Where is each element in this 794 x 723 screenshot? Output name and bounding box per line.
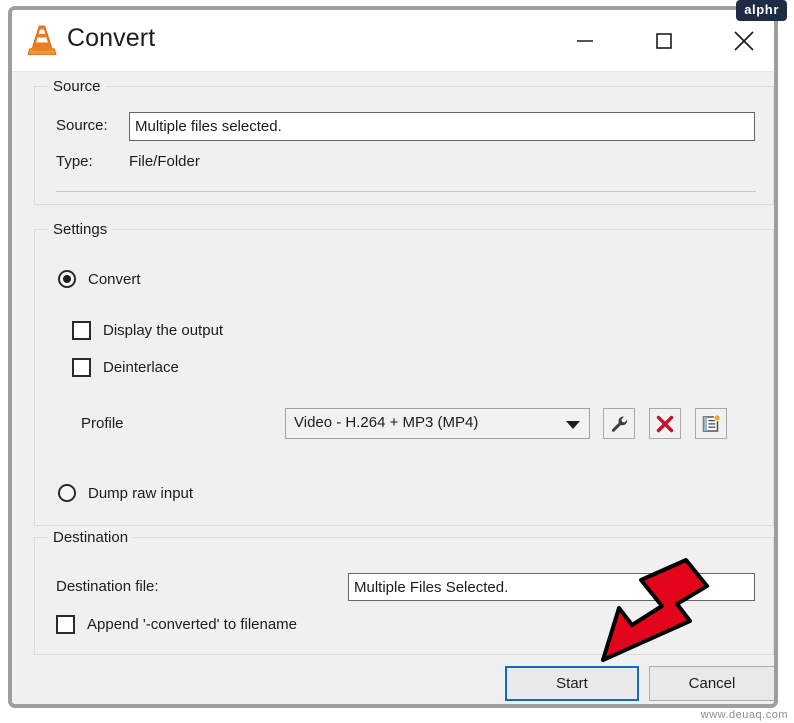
red-x-icon — [656, 415, 674, 432]
window-title: Convert — [67, 24, 156, 52]
convert-dialog-window: Convert Source Source: Multiple files se… — [8, 6, 778, 708]
append-converted-checkbox[interactable] — [56, 615, 75, 634]
chevron-down-icon — [566, 421, 580, 429]
source-label: Source: — [56, 117, 108, 134]
profile-dropdown-value: Video - H.264 + MP3 (MP4) — [294, 414, 479, 431]
profile-dropdown[interactable]: Video - H.264 + MP3 (MP4) — [285, 408, 590, 439]
display-output-checkbox-row[interactable]: Display the output — [72, 321, 223, 340]
append-converted-checkbox-row[interactable]: Append '-converted' to filename — [56, 615, 297, 634]
vlc-cone-icon — [25, 22, 59, 58]
dump-raw-input-label: Dump raw input — [88, 484, 194, 502]
alphr-watermark: alphr — [736, 0, 787, 21]
display-output-label: Display the output — [103, 322, 224, 339]
minimize-icon — [577, 39, 593, 42]
minimize-button[interactable] — [553, 10, 617, 71]
deinterlace-label: Deinterlace — [103, 359, 179, 376]
display-output-checkbox[interactable] — [72, 321, 91, 340]
deinterlace-checkbox[interactable] — [72, 358, 91, 377]
destination-group-title: Destination — [48, 529, 134, 546]
deuaq-watermark: www.deuaq.com — [700, 709, 788, 721]
source-group: Source Source: Type: File/Folder — [34, 78, 774, 205]
type-value: File/Folder — [129, 153, 200, 170]
source-separator — [56, 191, 756, 192]
start-button[interactable]: Start — [505, 666, 639, 701]
convert-radio-button[interactable] — [58, 270, 76, 288]
source-input[interactable] — [129, 112, 755, 141]
profile-label: Profile — [81, 415, 124, 432]
maximize-icon — [656, 32, 672, 49]
source-group-title: Source — [48, 78, 106, 95]
wrench-icon — [611, 416, 628, 432]
delete-profile-button[interactable] — [649, 408, 681, 439]
dump-raw-input-radio-button[interactable] — [58, 484, 76, 502]
deinterlace-checkbox-row[interactable]: Deinterlace — [72, 358, 179, 377]
append-converted-label: Append '-converted' to filename — [87, 616, 298, 633]
dump-raw-input-radio-row[interactable]: Dump raw input — [58, 484, 193, 502]
title-bar: Convert — [12, 10, 774, 72]
destination-file-label: Destination file: — [56, 578, 159, 595]
convert-radio-row[interactable]: Convert — [58, 270, 141, 288]
close-icon — [734, 30, 754, 51]
type-label: Type: — [56, 153, 93, 170]
cancel-button[interactable]: Cancel — [649, 666, 774, 701]
maximize-button[interactable] — [632, 10, 696, 71]
convert-radio-label: Convert — [88, 270, 141, 288]
settings-group: Settings — [34, 221, 774, 526]
new-profile-button[interactable] — [695, 408, 727, 439]
destination-group: Destination Destination file: Append '-c… — [34, 529, 774, 655]
settings-group-title: Settings — [48, 221, 113, 238]
window-body: Convert Source Source: Multiple files se… — [12, 10, 774, 704]
new-profile-icon — [702, 414, 721, 432]
screenshot-root: Convert Source Source: Multiple files se… — [0, 0, 794, 723]
destination-file-input[interactable] — [348, 573, 755, 601]
edit-profile-button[interactable] — [603, 408, 635, 439]
